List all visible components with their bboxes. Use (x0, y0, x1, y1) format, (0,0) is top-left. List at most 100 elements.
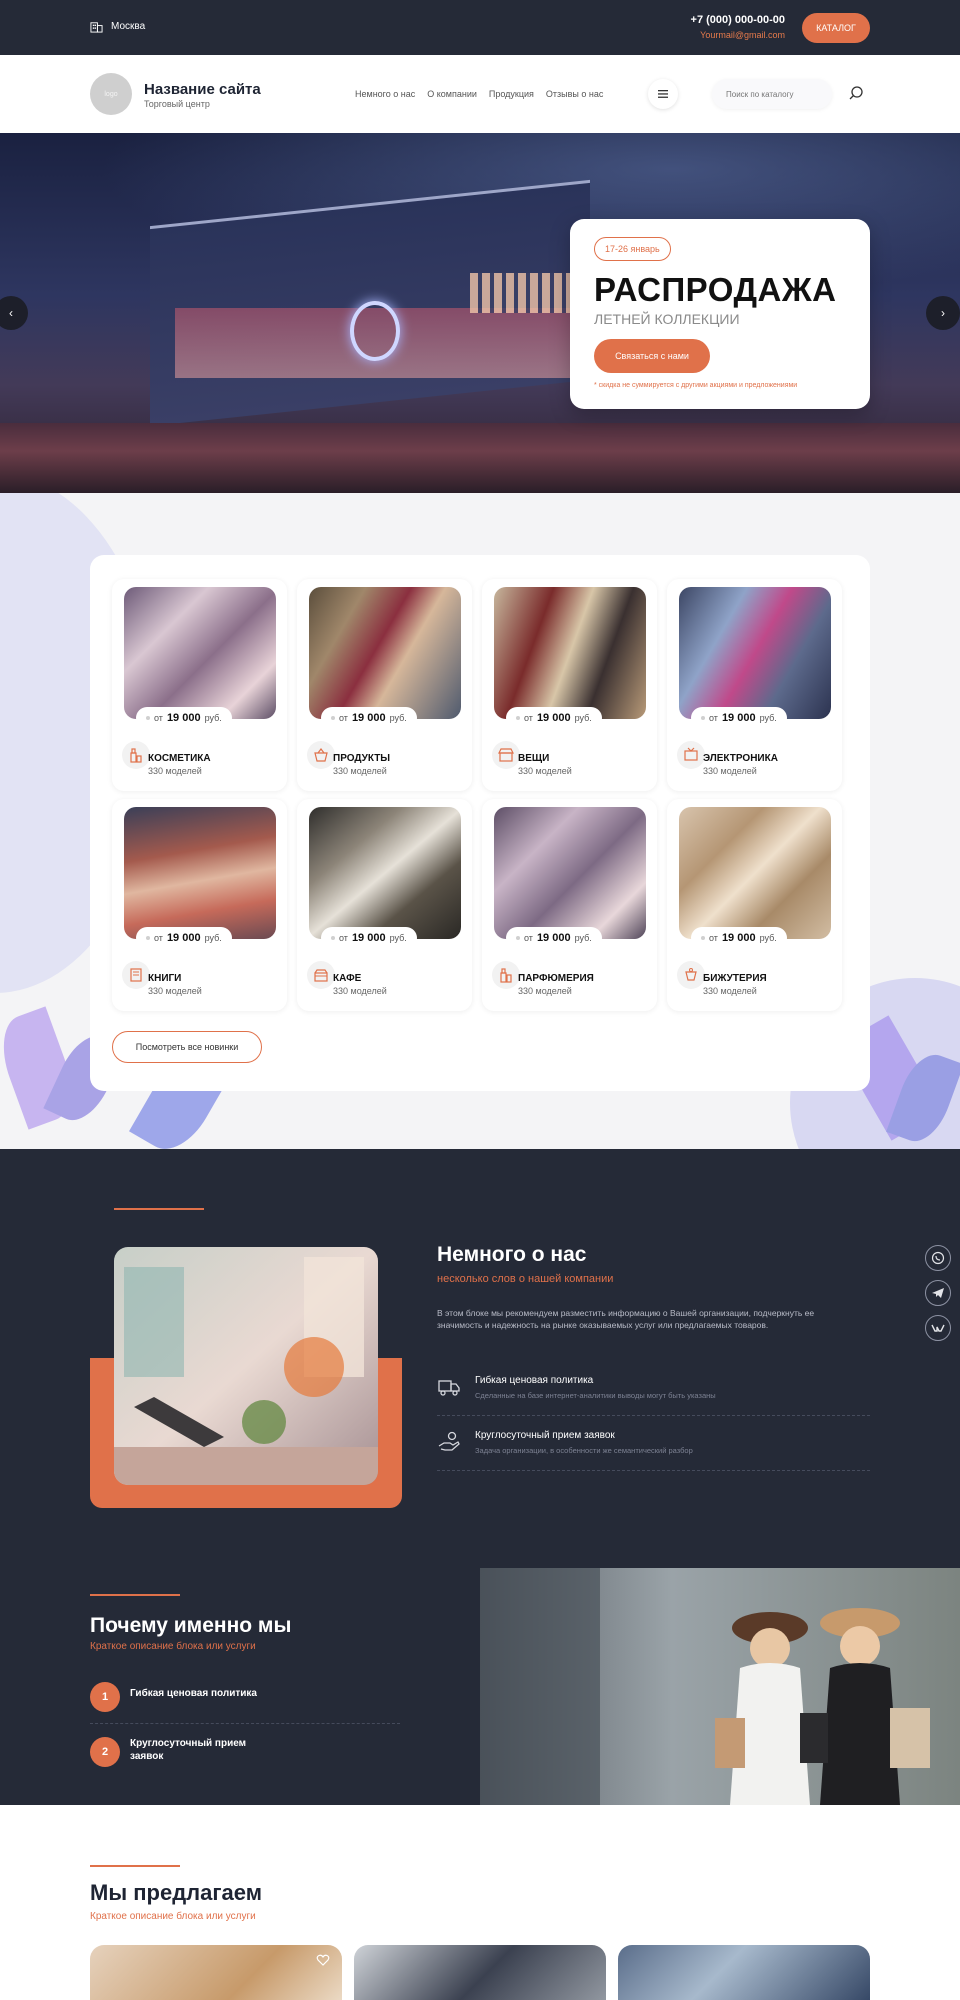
nav-item-company[interactable]: О компании (427, 89, 477, 99)
category-card-products[interactable]: от 19 000 руб. ПРОДУКТЫ 330 моделей (297, 579, 472, 791)
logo[interactable]: logo (90, 73, 132, 115)
main-nav: Немного о нас О компании Продукция Отзыв… (355, 89, 603, 99)
offer-card[interactable] (354, 1945, 606, 2000)
menu-button[interactable] (648, 79, 678, 109)
price-badge: от 19 000 руб. (136, 707, 232, 729)
store-icon (492, 741, 520, 769)
category-card-jewelry[interactable]: от 19 000 руб. БИЖУТЕРИЯ 330 моделей (667, 799, 842, 1011)
building-icon (90, 22, 103, 33)
shopping-image (480, 1568, 960, 1805)
category-name: ПРОДУКТЫ (333, 753, 391, 764)
price-badge: от 19 000 руб. (691, 707, 787, 729)
nav-item-products[interactable]: Продукция (489, 89, 534, 99)
category-image (679, 807, 831, 939)
category-card-books[interactable]: от 19 000 руб. КНИГИ 330 моделей (112, 799, 287, 1011)
feature-subtitle: Задача организации, в особенности же сем… (475, 1446, 693, 1455)
about-title: Немного о нас (437, 1243, 587, 1266)
vk-button[interactable] (925, 1315, 951, 1341)
why-label: Круглосуточный прием заявок (130, 1738, 247, 1762)
offers-title: Мы предлагаем (90, 1880, 262, 1905)
vk-icon (931, 1324, 945, 1332)
perfume-icon (492, 961, 520, 989)
search-input[interactable] (712, 79, 832, 109)
category-name: КАФЕ (333, 973, 362, 984)
promo-title: РАСПРОДАЖА (594, 271, 837, 308)
price-badge: от 19 000 руб. (506, 927, 602, 949)
offer-card[interactable] (90, 1945, 342, 2000)
category-image (679, 587, 831, 719)
promo-note: * скидка не суммируется с другими акциям… (594, 382, 798, 389)
category-image (124, 587, 276, 719)
site-header: logo Название сайта Торговый центр Немно… (0, 55, 960, 133)
categories-section: от 19 000 руб. КОСМЕТИКА 330 моделей от 19 … (0, 493, 960, 1149)
phone-link[interactable]: +7 (000) 000-00-00 (691, 14, 785, 26)
price-badge: от 19 000 руб. (136, 927, 232, 949)
offers-subtitle: Краткое описание блока или услуги (90, 1911, 256, 1922)
why-number-badge: 1 (90, 1682, 120, 1712)
city-selector[interactable]: Москва (90, 20, 145, 33)
email-link[interactable]: Yourmail@gmail.com (691, 30, 785, 40)
nav-item-about[interactable]: Немного о нас (355, 89, 415, 99)
why-title: Почему именно мы (90, 1614, 292, 1637)
feature-item: Круглосуточный прием заявок Задача орган… (437, 1416, 870, 1471)
nav-item-reviews[interactable]: Отзывы о нас (546, 89, 603, 99)
catalog-button[interactable]: КАТАЛОГ (802, 13, 870, 43)
whatsapp-icon (931, 1251, 945, 1265)
category-name: ВЕЩИ (518, 753, 550, 764)
category-card-electronics[interactable]: от 19 000 руб. ЭЛЕКТРОНИКА 330 моделей (667, 579, 842, 791)
heart-icon[interactable] (316, 1953, 330, 1967)
why-label: Гибкая ценовая политика (130, 1688, 257, 1699)
whatsapp-button[interactable] (925, 1245, 951, 1271)
category-count: 330 моделей (518, 766, 572, 776)
category-image (124, 807, 276, 939)
promo-subtitle: ЛЕТНЕЙ КОЛЛЕКЦИИ (594, 311, 740, 327)
hamburger-icon (658, 90, 668, 98)
about-section: Немного о нас несколько слов о нашей ком… (0, 1149, 960, 1805)
city-name: Москва (111, 21, 146, 32)
hero-slider: ‹ › 17-26 январь РАСПРОДАЖА ЛЕТНЕЙ КОЛЛЕ… (0, 133, 960, 493)
category-card-cosmetics[interactable]: от 19 000 руб. КОСМЕТИКА 330 моделей (112, 579, 287, 791)
category-card-clothes[interactable]: от 19 000 руб. ВЕЩИ 330 моделей (482, 579, 657, 791)
category-card-perfume[interactable]: от 19 000 руб. ПАРФЮМЕРИЯ 330 моделей (482, 799, 657, 1011)
price-badge: от 19 000 руб. (691, 927, 787, 949)
feature-subtitle: Сделанные на базе интернет-аналитики выв… (475, 1391, 716, 1400)
accent-line (90, 1865, 180, 1867)
category-card-cafe[interactable]: от 19 000 руб. КАФЕ 330 моделей (297, 799, 472, 1011)
feature-title: Круглосуточный прием заявок (475, 1430, 615, 1441)
cafe-icon (307, 961, 335, 989)
telegram-icon (932, 1288, 944, 1298)
search-icon[interactable] (848, 85, 864, 101)
category-image (309, 807, 461, 939)
site-subtitle: Торговый центр (144, 99, 210, 109)
why-number-badge: 2 (90, 1737, 120, 1767)
jewelry-icon (677, 961, 705, 989)
category-name: ЭЛЕКТРОНИКА (703, 753, 778, 764)
feature-title: Гибкая ценовая политика (475, 1375, 594, 1386)
view-all-new-button[interactable]: Посмотреть все новинки (112, 1031, 262, 1063)
site-name: Название сайта (144, 81, 261, 98)
price-badge: от 19 000 руб. (321, 927, 417, 949)
accent-line (90, 1594, 180, 1596)
categories-grid: от 19 000 руб. КОСМЕТИКА 330 моделей от 19 … (112, 579, 842, 1011)
price-badge: от 19 000 руб. (506, 707, 602, 729)
category-image (494, 587, 646, 719)
why-subtitle: Краткое описание блока или услуги (90, 1641, 256, 1652)
accent-line (114, 1208, 204, 1210)
category-count: 330 моделей (333, 766, 387, 776)
slider-prev-button[interactable]: ‹ (0, 296, 28, 330)
hand-coin-icon (438, 1431, 460, 1451)
offers-section: Мы предлагаем Краткое описание блока или… (0, 1805, 960, 2000)
top-bar: Москва +7 (000) 000-00-00 Yourmail@gmail… (0, 0, 960, 55)
category-count: 330 моделей (518, 986, 572, 996)
telegram-button[interactable] (925, 1280, 951, 1306)
basket-icon (307, 741, 335, 769)
category-count: 330 моделей (148, 766, 202, 776)
hero-building-windows (470, 273, 580, 313)
promo-card: 17-26 январь РАСПРОДАЖА ЛЕТНЕЙ КОЛЛЕКЦИИ… (570, 219, 870, 409)
slider-next-button[interactable]: › (926, 296, 960, 330)
offer-card[interactable] (618, 1945, 870, 2000)
contact-button[interactable]: Связаться с нами (594, 339, 710, 373)
feature-item: Гибкая ценовая политика Сделанные на баз… (437, 1361, 870, 1416)
mall-interior-illustration (114, 1247, 378, 1485)
category-image (309, 587, 461, 719)
